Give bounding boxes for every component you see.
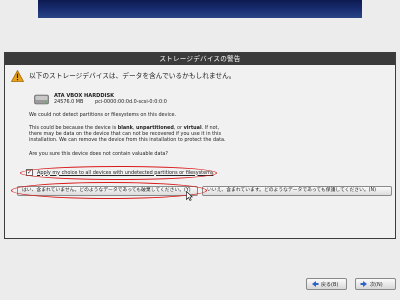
dialog-title: ストレージデバイスの警告: [5, 53, 395, 65]
message-reason-blank: blank: [117, 125, 133, 131]
arrow-left-icon: [312, 281, 319, 287]
message-reason: This could be because the device is blan…: [29, 125, 226, 144]
warning-icon: [11, 70, 24, 82]
message-reason-part-c: , or: [173, 125, 184, 131]
message-reason-part-a: This could be because the device is: [29, 125, 118, 131]
harddisk-icon: [34, 94, 49, 105]
message-no-partitions: We could not detect partitions or filesy…: [29, 112, 177, 118]
arrow-right-icon: [360, 281, 367, 287]
mouse-cursor-icon: [186, 191, 193, 201]
top-banner: [38, 0, 362, 18]
disk-size: 24576.0 MB: [54, 99, 84, 105]
message-reason-virtual: virtual: [183, 125, 202, 131]
next-button[interactable]: 次(N): [355, 278, 396, 290]
message-reason-line-3: installation. We can remove the device f…: [29, 137, 226, 144]
annotation-ellipse-button: [11, 182, 207, 199]
back-button[interactable]: 戻る(B): [306, 278, 347, 290]
disk-path: pci-0000:00:0d.0-scsi-0:0:0:0: [95, 99, 167, 105]
message-reason-line-2: there may be data on the device that can…: [29, 131, 222, 138]
protect-data-button[interactable]: いいえ、含まれています。どのようなデータであっても保護してください。(N): [202, 186, 392, 196]
next-label: 次(N): [370, 281, 383, 288]
back-label: 戻る(B): [321, 281, 339, 288]
message-reason-part-d: . If not,: [201, 125, 220, 131]
annotation-ellipse-checkbox: [20, 166, 217, 180]
message-reason-unpartitioned: unpartitioned: [136, 125, 174, 131]
dialog-headline: 以下のストレージデバイスは、データを含んでいるかもしれません。: [29, 72, 236, 80]
confirm-question: Are you sure this device does not contai…: [29, 151, 169, 157]
storage-warning-dialog: ストレージデバイスの警告 以下のストレージデバイスは、データを含んでいるかもしれ…: [4, 52, 396, 239]
